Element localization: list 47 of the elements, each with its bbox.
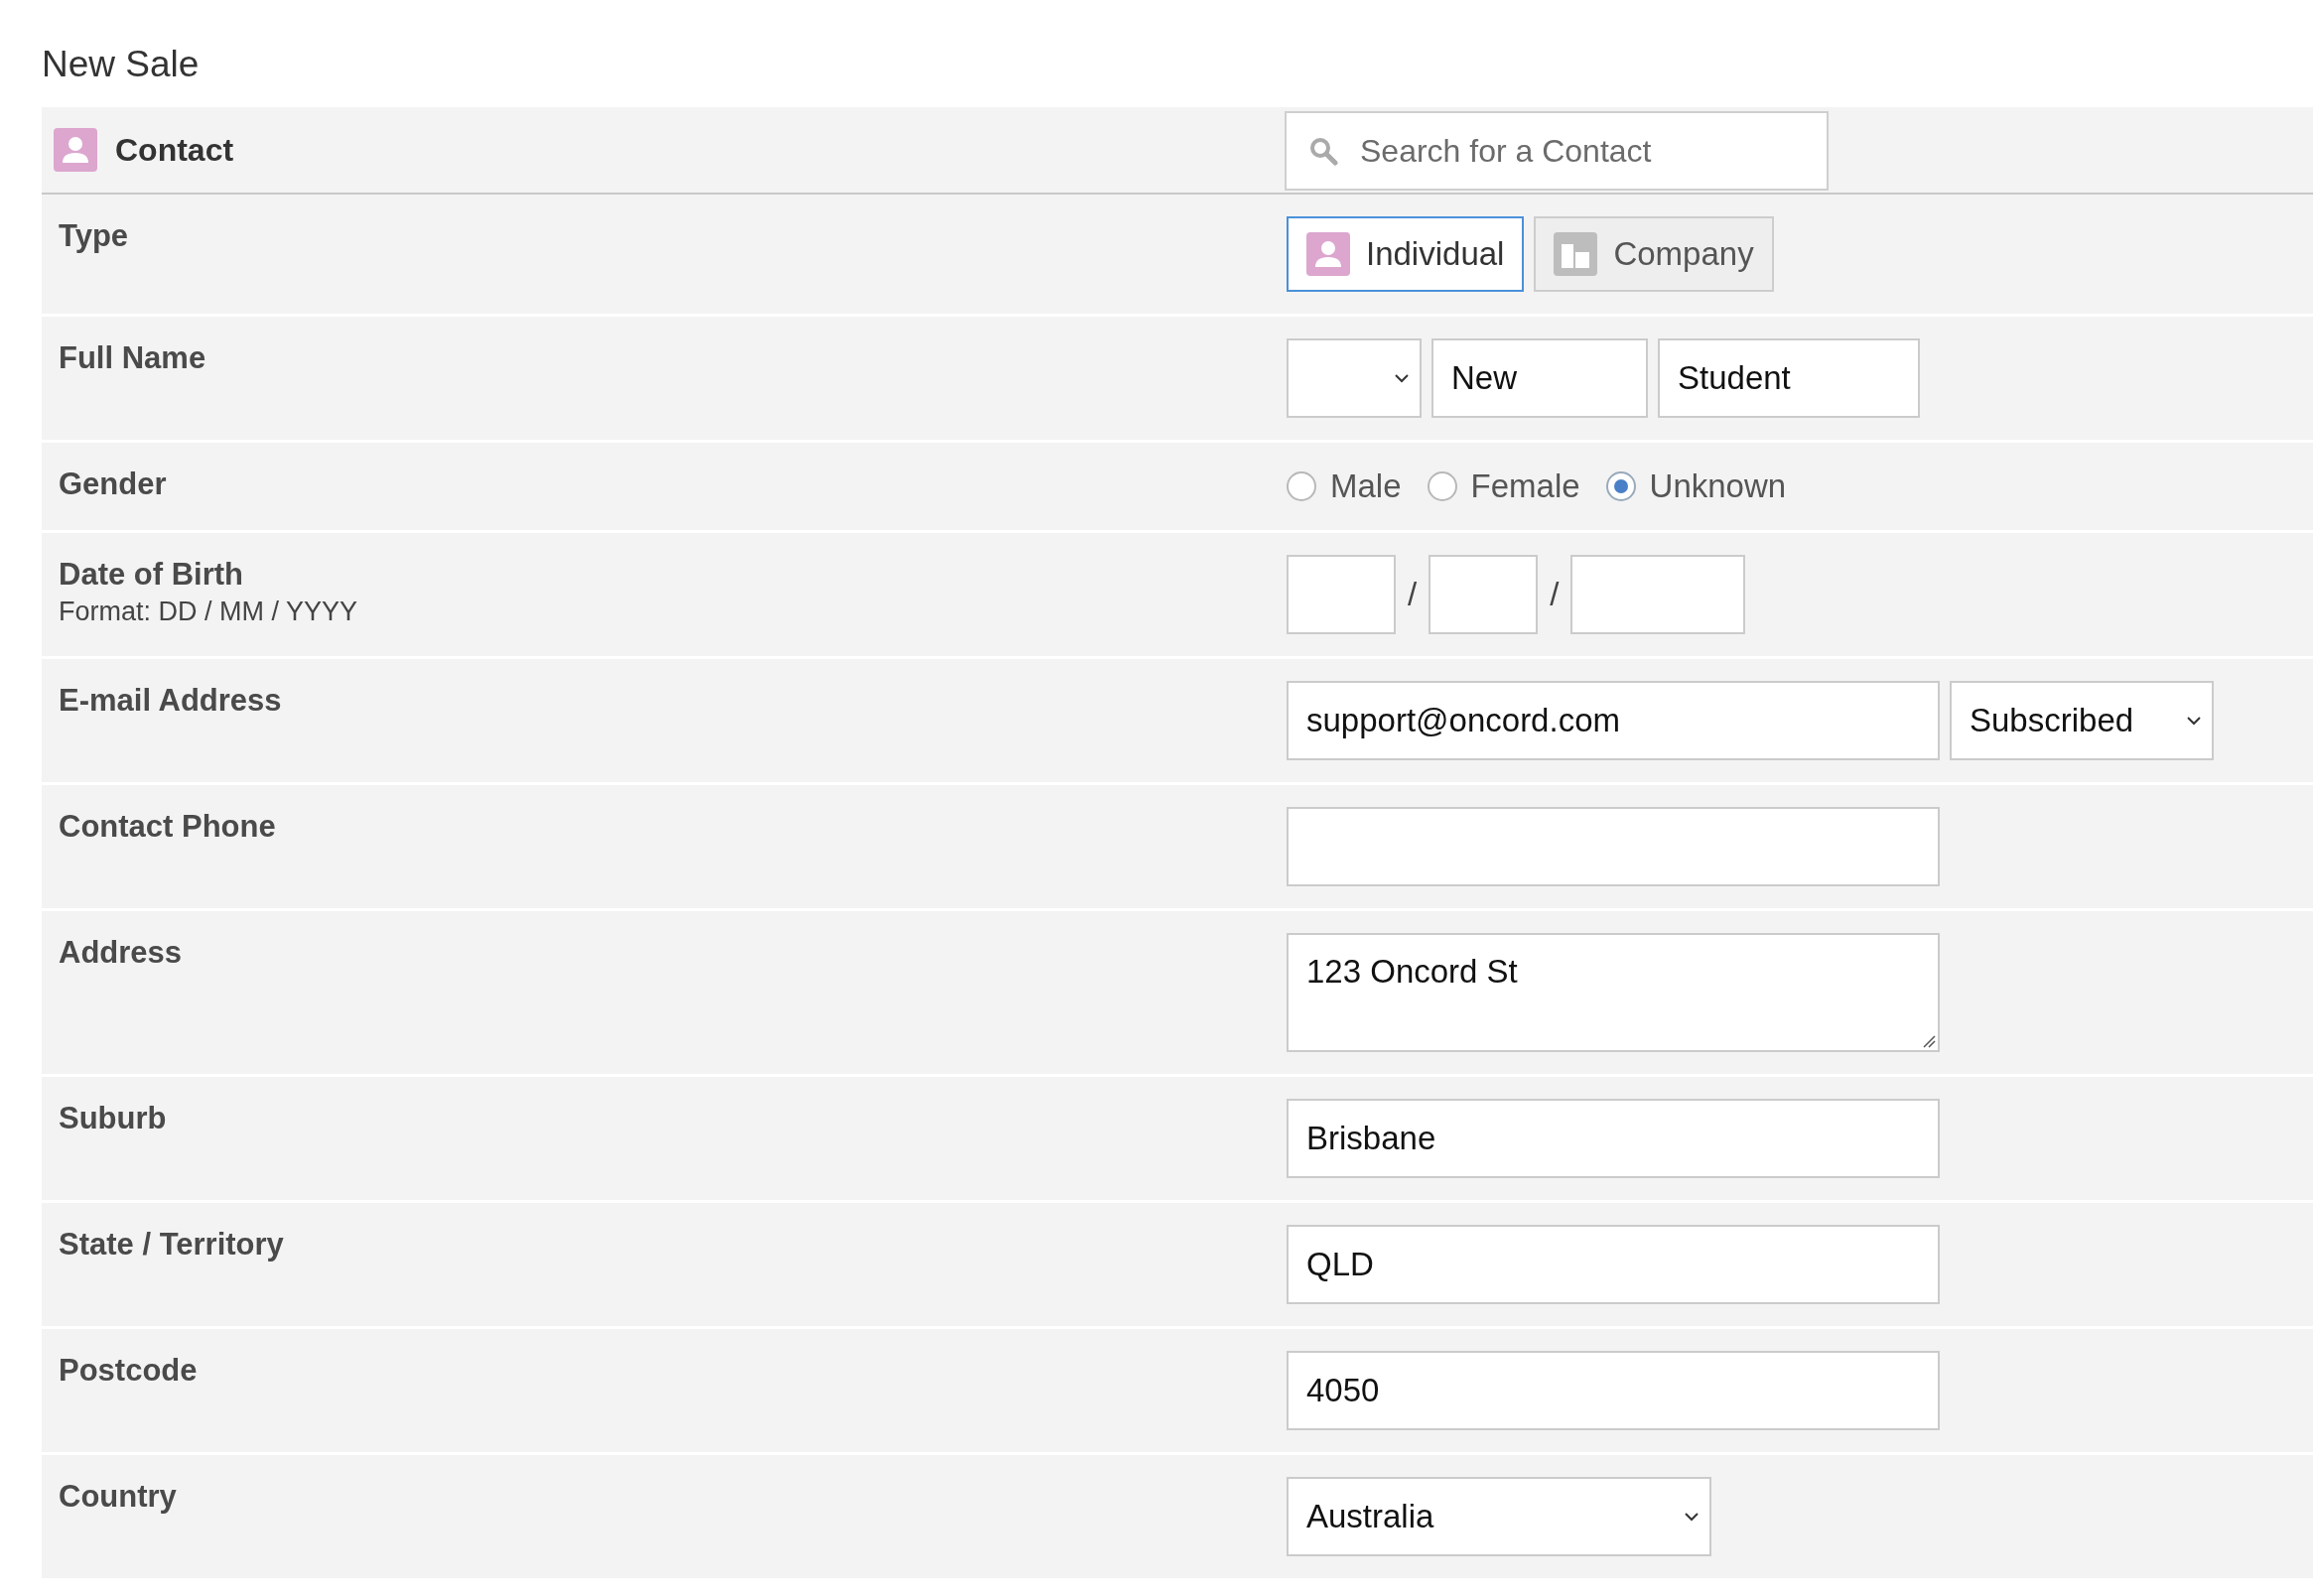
resize-handle-icon[interactable] [1922, 1034, 1936, 1048]
field-label: Type [59, 217, 130, 255]
radio-button[interactable] [1287, 471, 1316, 501]
radio-button[interactable] [1605, 471, 1636, 501]
field-label: State / Territory [59, 1226, 285, 1264]
search-icon [1308, 136, 1338, 166]
date-separator: / [1407, 576, 1419, 613]
text-field[interactable]: 4050 [1287, 1351, 1940, 1430]
field-label: Gender [59, 466, 168, 503]
year-field[interactable] [1570, 555, 1746, 634]
radio-label[interactable]: Female [1470, 467, 1580, 505]
person-icon [1306, 232, 1350, 276]
radio-label[interactable]: Male [1330, 467, 1402, 505]
date-separator: / [1549, 576, 1561, 613]
subscription-select[interactable]: Subscribed [1950, 681, 2214, 760]
text-field[interactable]: QLD [1287, 1225, 1940, 1304]
type-option-button[interactable]: Company [1534, 216, 1774, 292]
field-label: Address [59, 934, 184, 972]
radio-label[interactable]: Unknown [1649, 467, 1787, 505]
caret-icon [1684, 1512, 1700, 1522]
page-title: New Sale [42, 44, 201, 85]
field-label: Country [59, 1478, 178, 1516]
title-select[interactable] [1287, 338, 1422, 418]
section-title: Contact [115, 131, 234, 169]
text-field[interactable]: Brisbane [1287, 1099, 1940, 1178]
address-field[interactable]: 123 Oncord St [1287, 933, 1940, 1052]
person-icon [54, 128, 97, 172]
caret-icon [1394, 373, 1410, 383]
caret-icon [2186, 716, 2202, 726]
text-field[interactable] [1287, 807, 1940, 886]
field-label: Date of Birth [59, 556, 244, 594]
type-option-button[interactable]: Individual [1287, 216, 1525, 292]
field-label: E-mail Address [59, 682, 283, 720]
radio-button[interactable] [1427, 471, 1457, 501]
format-hint: Format: DD / MM / YYYY [59, 597, 359, 627]
name-field[interactable]: New [1431, 338, 1648, 418]
name-field[interactable]: Student [1658, 338, 1920, 418]
country-select[interactable]: Australia [1287, 1477, 1711, 1556]
field-label: Suburb [59, 1100, 168, 1137]
building-icon [1554, 232, 1598, 276]
field-label: Contact Phone [59, 808, 277, 846]
field-label: Full Name [59, 339, 207, 377]
search-field[interactable]: Search for a Contact [1285, 111, 1829, 191]
email-field[interactable]: support@oncord.com [1287, 681, 1940, 760]
field-label: Postcode [59, 1352, 199, 1390]
month-field[interactable] [1429, 555, 1539, 634]
day-field[interactable] [1287, 555, 1396, 634]
